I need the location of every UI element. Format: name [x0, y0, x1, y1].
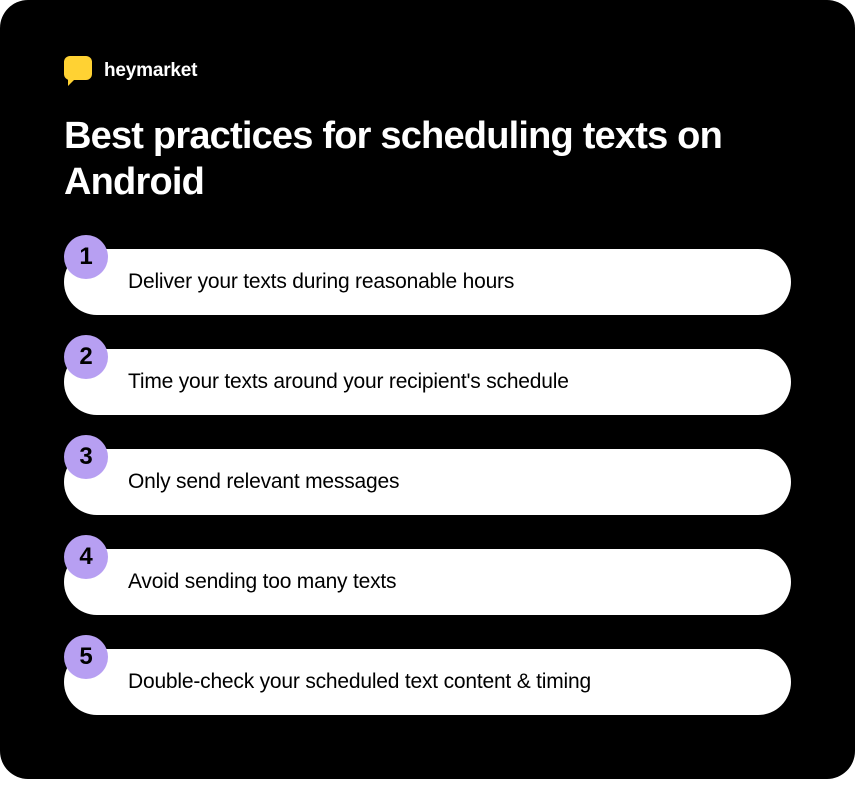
practice-list: 1 Deliver your texts during reasonable h…: [64, 249, 791, 715]
list-pill: Double-check your scheduled text content…: [64, 649, 791, 715]
item-text: Only send relevant messages: [128, 470, 399, 494]
item-text: Time your texts around your recipient's …: [128, 370, 569, 394]
item-text: Deliver your texts during reasonable hou…: [128, 270, 514, 294]
number-badge: 2: [64, 335, 108, 379]
item-text: Double-check your scheduled text content…: [128, 670, 591, 694]
page-title: Best practices for scheduling texts on A…: [64, 114, 791, 205]
list-pill: Only send relevant messages: [64, 449, 791, 515]
list-item: 3 Only send relevant messages: [64, 449, 791, 515]
list-pill: Time your texts around your recipient's …: [64, 349, 791, 415]
brand-row: heymarket: [64, 56, 791, 86]
brand-name: heymarket: [104, 60, 197, 82]
info-card: heymarket Best practices for scheduling …: [0, 0, 855, 779]
list-item: 2 Time your texts around your recipient'…: [64, 349, 791, 415]
list-item: 5 Double-check your scheduled text conte…: [64, 649, 791, 715]
number-badge: 3: [64, 435, 108, 479]
number-badge: 5: [64, 635, 108, 679]
chat-bubble-icon: [64, 56, 94, 86]
item-text: Avoid sending too many texts: [128, 570, 396, 594]
list-item: 4 Avoid sending too many texts: [64, 549, 791, 615]
list-pill: Avoid sending too many texts: [64, 549, 791, 615]
list-item: 1 Deliver your texts during reasonable h…: [64, 249, 791, 315]
list-pill: Deliver your texts during reasonable hou…: [64, 249, 791, 315]
number-badge: 4: [64, 535, 108, 579]
number-badge: 1: [64, 235, 108, 279]
